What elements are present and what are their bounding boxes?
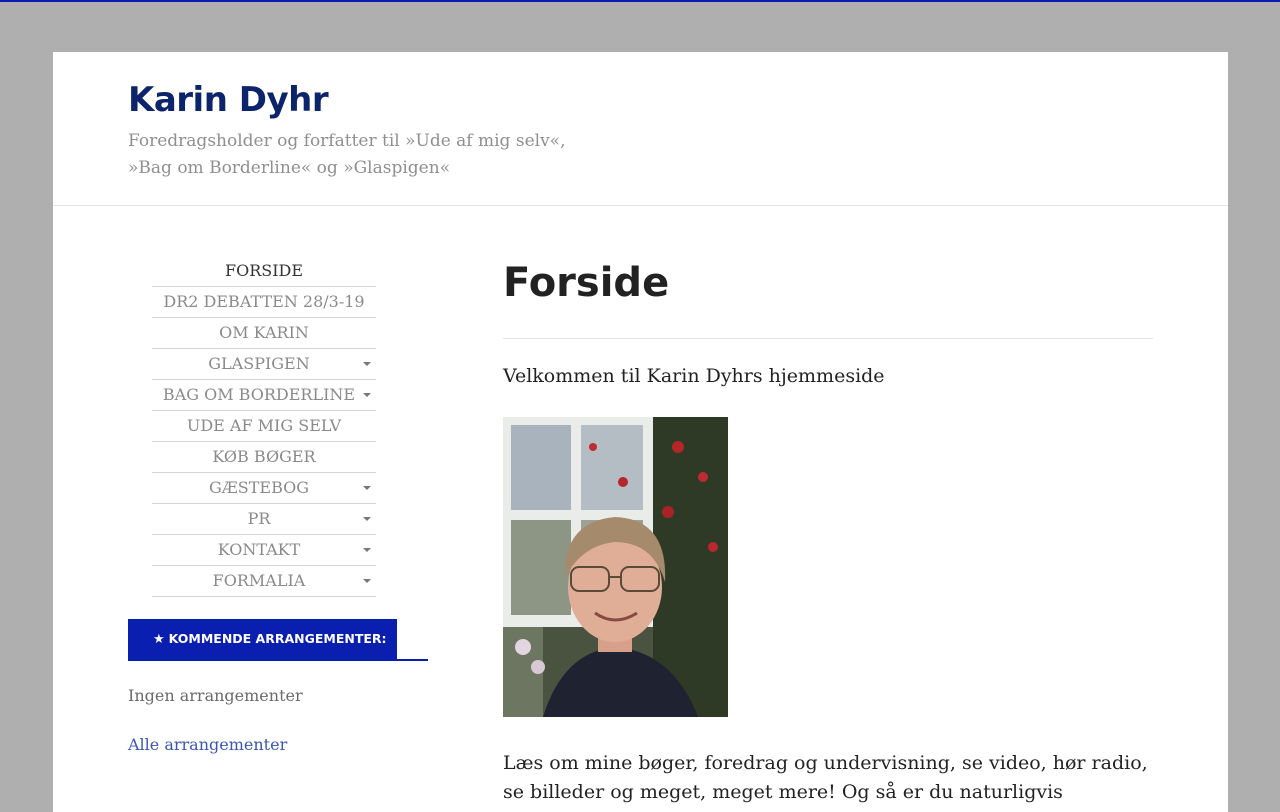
sidebar-item-label: BAG OM BORDERLINE bbox=[162, 385, 356, 404]
sidebar-item-om-karin[interactable]: OM KARIN bbox=[152, 318, 376, 349]
chevron-down-icon[interactable] bbox=[363, 362, 371, 366]
welcome-text: Velkommen til Karin Dyhrs hjemmeside bbox=[503, 365, 885, 387]
events-widget-bar: ★ KOMMENDE ARRANGEMENTER: bbox=[128, 619, 397, 661]
sidebar-item-label: OM KARIN bbox=[219, 323, 309, 342]
sidebar-item-label: GLASPIGEN bbox=[208, 354, 310, 373]
portrait-illustration bbox=[503, 417, 728, 717]
page-container: Karin Dyhr Foredragsholder og forfatter … bbox=[53, 52, 1228, 812]
sidebar-item-label: GÆSTEBOG bbox=[208, 478, 310, 497]
intro-paragraph: Læs om mine bøger, foredrag og undervisn… bbox=[503, 752, 1148, 803]
chevron-down-icon[interactable] bbox=[363, 393, 371, 397]
events-widget-label: KOMMENDE ARRANGEMENTER: bbox=[168, 631, 387, 646]
chevron-down-icon[interactable] bbox=[363, 548, 371, 552]
portrait-photo bbox=[503, 417, 728, 717]
sidebar-item-bag-om-borderline[interactable]: BAG OM BORDERLINE bbox=[152, 380, 376, 411]
sidebar-item-label: PR bbox=[247, 509, 271, 528]
sidebar-item-forside[interactable]: FORSIDE bbox=[152, 256, 376, 287]
sidebar-item-label: KØB BØGER bbox=[212, 447, 316, 466]
no-events-text: Ingen arrangementer bbox=[128, 686, 303, 705]
all-events-link[interactable]: Alle arrangementer bbox=[128, 735, 287, 754]
chevron-down-icon[interactable] bbox=[363, 579, 371, 583]
sidebar-item-label: DR2 DEBATTEN 28/3-19 bbox=[163, 292, 365, 311]
site-description: Foredragsholder og forfatter til »Ude af… bbox=[128, 131, 566, 178]
sidebar-item-gæstebog[interactable]: GÆSTEBOG bbox=[152, 473, 376, 504]
sidebar-item-label: KONTAKT bbox=[217, 540, 301, 559]
site-header: Karin Dyhr Foredragsholder og forfatter … bbox=[53, 52, 1228, 206]
sidebar-item-formalia[interactable]: FORMALIA bbox=[152, 566, 376, 597]
sidebar-item-label: UDE AF MIG SELV bbox=[186, 416, 342, 435]
sidebar-item-glaspigen[interactable]: GLASPIGEN bbox=[152, 349, 376, 380]
sidebar-item-kontakt[interactable]: KONTAKT bbox=[152, 535, 376, 566]
sidebar-item-dr2-debatten-28-3-19[interactable]: DR2 DEBATTEN 28/3-19 bbox=[152, 287, 376, 318]
sidebar-item-køb-bøger[interactable]: KØB BØGER bbox=[152, 442, 376, 473]
title-divider bbox=[503, 338, 1153, 339]
chevron-down-icon[interactable] bbox=[363, 517, 371, 521]
sidebar-item-ude-af-mig-selv[interactable]: UDE AF MIG SELV bbox=[152, 411, 376, 442]
star-icon: ★ bbox=[153, 632, 165, 647]
chevron-down-icon[interactable] bbox=[363, 486, 371, 490]
sidebar-item-label: FORSIDE bbox=[224, 261, 304, 280]
sidebar-nav: FORSIDE DR2 DEBATTEN 28/3-19 OM KARIN GLASP… bbox=[152, 256, 376, 597]
events-widget-title: ★ KOMMENDE ARRANGEMENTER: bbox=[128, 619, 428, 661]
site-title-link[interactable]: Karin Dyhr bbox=[128, 80, 329, 120]
page-title: Forside bbox=[503, 260, 670, 306]
sidebar-item-pr[interactable]: PR bbox=[152, 504, 376, 535]
sidebar-item-label: FORMALIA bbox=[212, 571, 306, 590]
